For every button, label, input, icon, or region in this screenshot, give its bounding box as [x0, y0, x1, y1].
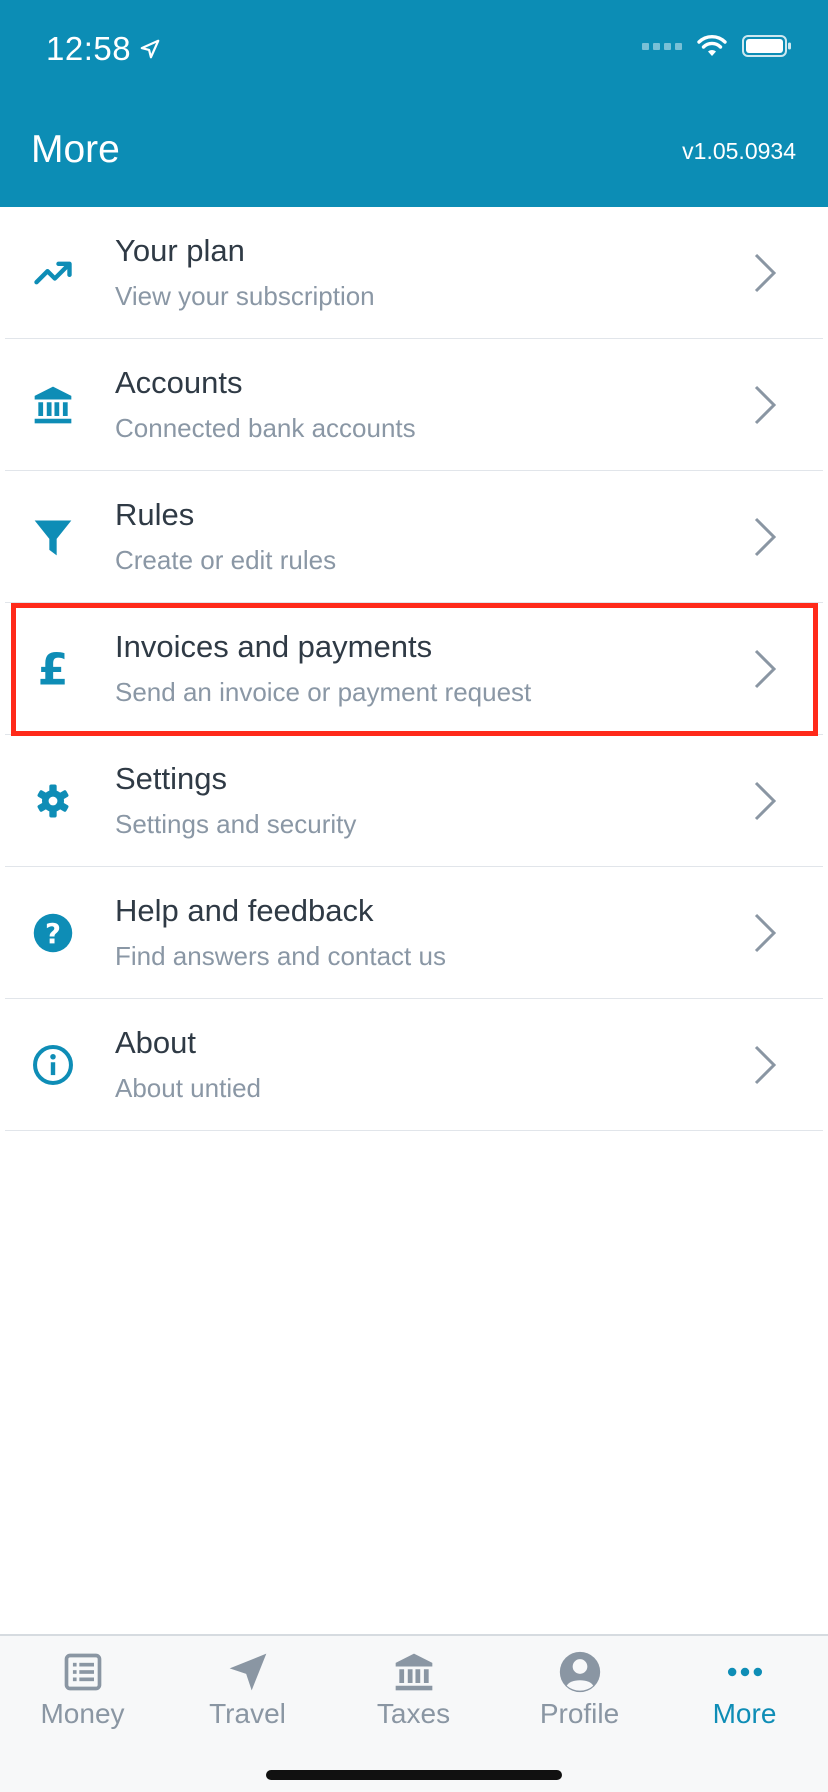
menu-item-title: About — [115, 1025, 197, 1060]
svg-text:?: ? — [45, 918, 61, 950]
filter-icon — [31, 515, 75, 559]
menu-item-invoices-and-payments[interactable]: £ Invoices and payments Send an invoice … — [5, 603, 823, 735]
bottom-tab-bar: Money Travel Taxes Profile More — [0, 1634, 828, 1792]
pound-icon: £ — [31, 647, 75, 691]
list-icon — [64, 1653, 101, 1691]
menu-item-subtitle: Settings and security — [115, 809, 357, 839]
wifi-icon — [697, 35, 727, 56]
bank-icon — [31, 383, 75, 427]
tab-profile[interactable]: Profile — [497, 1644, 662, 1744]
more-dots-icon — [727, 1667, 762, 1677]
home-indicator — [266, 1770, 562, 1780]
menu-item-title: Your plan — [115, 233, 245, 268]
tab-label: More — [712, 1698, 777, 1729]
menu-item-accounts[interactable]: Accounts Connected bank accounts — [5, 339, 823, 471]
location-arrow-icon — [140, 39, 160, 59]
trending-up-icon — [31, 251, 75, 295]
menu-item-title: Settings — [115, 761, 228, 796]
cellular-signal-icon — [642, 42, 682, 50]
tab-travel[interactable]: Travel — [165, 1644, 330, 1744]
tab-label: Money — [40, 1698, 125, 1729]
gear-icon — [31, 779, 75, 823]
chevron-right-icon — [754, 385, 776, 425]
chevron-right-icon — [754, 649, 776, 689]
menu-item-title: Help and feedback — [115, 893, 374, 928]
tab-label: Taxes — [376, 1698, 451, 1729]
navigation-arrow-icon — [229, 1653, 266, 1691]
tab-label: Profile — [539, 1698, 620, 1729]
menu-item-subtitle: Connected bank accounts — [115, 413, 416, 443]
menu-item-help-and-feedback[interactable]: ? Help and feedback Find answers and con… — [5, 867, 823, 999]
tab-label: Travel — [209, 1698, 286, 1729]
status-time-text: 12:58 — [46, 30, 132, 67]
menu-item-subtitle: View your subscription — [115, 281, 375, 311]
menu-item-subtitle: Send an invoice or payment request — [115, 677, 532, 707]
tab-taxes[interactable]: Taxes — [331, 1644, 496, 1744]
chevron-right-icon — [754, 517, 776, 557]
menu-item-title: Invoices and payments — [115, 629, 433, 664]
app-header: 12:58 More v1.05.0934 — [0, 0, 828, 207]
chevron-right-icon — [754, 781, 776, 821]
menu-item-subtitle: About untied — [115, 1073, 262, 1103]
menu-item-your-plan[interactable]: Your plan View your subscription — [5, 207, 823, 339]
status-time: 12:58 — [46, 30, 161, 68]
page-title: More — [31, 128, 120, 171]
status-indicators — [642, 34, 792, 58]
battery-icon — [742, 35, 791, 57]
svg-text:£: £ — [38, 647, 69, 691]
menu-item-about[interactable]: About About untied — [5, 999, 823, 1131]
bank-icon — [395, 1653, 432, 1691]
menu-item-title: Accounts — [115, 365, 243, 400]
chevron-right-icon — [754, 913, 776, 953]
menu-item-subtitle: Create or edit rules — [115, 545, 337, 575]
tab-money[interactable]: Money — [0, 1644, 165, 1744]
menu-item-rules[interactable]: Rules Create or edit rules — [5, 471, 823, 603]
menu-item-settings[interactable]: Settings Settings and security — [5, 735, 823, 867]
help-icon: ? — [31, 911, 75, 955]
chevron-right-icon — [754, 1045, 776, 1085]
user-circle-icon — [559, 1651, 600, 1693]
info-icon — [31, 1043, 75, 1087]
chevron-right-icon — [754, 253, 776, 293]
more-menu-list: Your plan View your subscription Account… — [0, 207, 828, 1131]
app-version: v1.05.0934 — [682, 138, 796, 164]
tab-more[interactable]: More — [662, 1644, 827, 1744]
menu-item-title: Rules — [115, 497, 195, 532]
menu-item-subtitle: Find answers and contact us — [115, 941, 446, 971]
